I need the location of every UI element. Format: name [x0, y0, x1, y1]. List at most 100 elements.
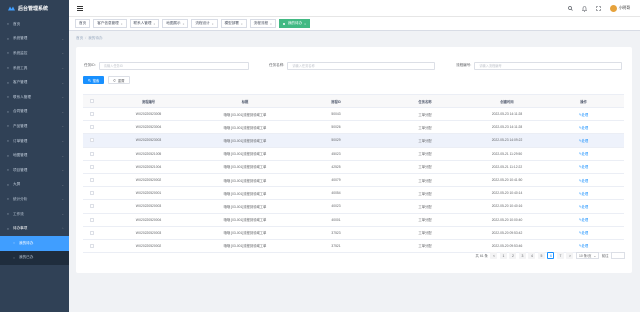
bell-icon[interactable] [582, 5, 588, 12]
tab-tag[interactable]: 我的待办 × [278, 19, 310, 28]
page-number[interactable]: 4 [528, 252, 536, 259]
action-cell: ✎处理 [543, 125, 624, 130]
user-menu[interactable]: 小明哥 [609, 5, 630, 12]
tab-tag[interactable]: 联系人管理 × [129, 19, 160, 28]
close-icon[interactable]: × [304, 22, 306, 26]
row-checkbox[interactable] [89, 164, 94, 169]
table-cell: 2022-05-20 09:53:46 [491, 243, 523, 248]
brand: 后台管理系统 [0, 0, 69, 17]
close-icon[interactable]: × [153, 22, 155, 26]
sidebar-item[interactable]: ▪ 订单管理 ⌄ [0, 134, 69, 149]
row-checkbox[interactable] [89, 243, 94, 248]
row-checkbox[interactable] [89, 112, 94, 117]
row-checkbox[interactable] [89, 178, 94, 183]
fullscreen-icon[interactable] [596, 6, 602, 12]
close-icon[interactable]: × [183, 22, 185, 26]
action-cell: ✎处理 [543, 164, 624, 169]
page-number[interactable]: 7 [556, 252, 564, 259]
sidebar-item[interactable]: ▪ 地图管理 ⌄ [0, 148, 69, 163]
process-link[interactable]: ✎处理 [579, 179, 588, 183]
sidebar-item[interactable]: ▪ 首页 [0, 17, 69, 32]
sidebar-submenu: ▫ 我的待办 ▫ 我的已办 [0, 235, 69, 266]
page-number[interactable]: 6 [547, 252, 555, 259]
next-page-button[interactable]: > [566, 252, 574, 259]
goto-page-input[interactable] [611, 252, 625, 259]
hamburger-icon[interactable] [77, 5, 83, 11]
sidebar-item[interactable]: ▪ 联系人管理 ⌄ [0, 90, 69, 105]
close-icon[interactable]: × [270, 22, 272, 26]
process-no-input[interactable] [474, 61, 623, 70]
tab-tag[interactable]: 流程流程 × [249, 19, 276, 28]
sidebar-subitem[interactable]: ▫ 我的已办 [0, 251, 69, 266]
table-cell: WX20220523005 [135, 112, 162, 117]
row-checkbox[interactable] [89, 204, 94, 209]
select-all-checkbox[interactable] [89, 99, 94, 103]
process-link[interactable]: ✎处理 [579, 165, 588, 169]
process-link[interactable]: ✎处理 [579, 205, 588, 209]
prev-page-button[interactable]: < [490, 252, 498, 259]
breadcrumb-home[interactable]: 首页 [76, 36, 83, 41]
page-number[interactable]: 1 [499, 252, 507, 259]
sidebar-item[interactable]: ▪ 待办事项 ⌃ [0, 221, 69, 236]
tab-tag[interactable]: 客户信息管理 × [93, 19, 127, 28]
search-button[interactable]: 搜索 [83, 76, 105, 84]
table-row: WX20220520002 哦哦 [03-001]流程到领域工单 40079 工单分配… [83, 174, 624, 188]
sidebar-item[interactable]: ▪ 工作流 ⌄ [0, 207, 69, 222]
close-icon[interactable]: × [212, 22, 214, 26]
reset-button[interactable]: 重置 [108, 76, 130, 84]
row-checkbox[interactable] [89, 138, 94, 143]
sidebar-item[interactable]: ▪ 系统监控 ⌄ [0, 46, 69, 61]
process-link[interactable]: ✎处理 [579, 218, 588, 222]
reset-button-label: 重置 [117, 78, 125, 83]
sidebar-item[interactable]: ▪ 合同管理 ⌄ [0, 105, 69, 120]
sidebar-item[interactable]: ▪ 项目管理 ⌄ [0, 163, 69, 178]
process-link[interactable]: ✎处理 [579, 192, 588, 196]
row-checkbox[interactable] [89, 125, 94, 130]
sidebar-item[interactable]: ▪ 产品管理 ⌄ [0, 119, 69, 134]
done-list-icon: ▫ [13, 255, 15, 260]
tab-tag[interactable]: 地图展示 × [162, 19, 189, 28]
close-icon[interactable]: × [241, 22, 243, 26]
project-icon: ▪ [7, 168, 9, 173]
sidebar-item[interactable]: ▪ 客户管理 ⌄ [0, 75, 69, 90]
tab-tag-label: 客户信息管理 [97, 21, 119, 25]
process-link[interactable]: ✎处理 [579, 139, 588, 143]
row-checkbox[interactable] [89, 217, 94, 222]
task-name-input[interactable] [287, 61, 436, 70]
search-icon[interactable] [568, 6, 574, 12]
tab-tag[interactable]: 首页 [75, 19, 91, 28]
sidebar-item-label: 首页 [13, 21, 21, 26]
row-checkbox[interactable] [89, 191, 94, 196]
process-link-label: 处理 [581, 112, 589, 117]
process-link[interactable]: ✎处理 [579, 231, 588, 235]
table-cell: WX20220520001 [135, 191, 162, 196]
table-cell: 2022-05-23 14:11:28 [491, 112, 523, 117]
page-number[interactable]: 2 [509, 252, 517, 259]
process-link[interactable]: ✎处理 [579, 113, 588, 117]
table-cell: 工单分配 [418, 204, 432, 209]
tab-tag[interactable]: 模型部署 × [220, 19, 247, 28]
tab-tag[interactable]: 流程设计 × [191, 19, 218, 28]
process-link[interactable]: ✎处理 [579, 126, 588, 130]
sidebar-item[interactable]: ▪ 系统管理 ⌄ [0, 32, 69, 47]
row-checkbox[interactable] [89, 151, 94, 156]
page-size-select[interactable]: 10 条/页 ⌄ [575, 252, 600, 259]
table-cell: 工单分配 [418, 231, 432, 236]
table-row: WX20220521004 哦哦 [03-001]流程到领域工单 42525 工单分配… [83, 161, 624, 174]
product-icon: ▪ [7, 124, 9, 129]
sidebar-item[interactable]: ▪ 大屏 ⌄ [0, 178, 69, 193]
table-row: WX20220520003 哦哦 [03-001]流程到领域工单 40023 工单分配… [83, 200, 624, 214]
row-checkbox[interactable] [89, 230, 94, 235]
sidebar-subitem[interactable]: ▫ 我的待办 [0, 235, 69, 251]
row-select-cell [83, 191, 100, 196]
process-link[interactable]: ✎处理 [579, 152, 588, 156]
table-cell: 50043 [331, 112, 341, 117]
sidebar-item[interactable]: ▪ 系统工具 ⌄ [0, 61, 69, 76]
close-icon[interactable]: × [121, 22, 123, 26]
process-link[interactable]: ✎处理 [579, 244, 588, 248]
page-number[interactable]: 3 [518, 252, 526, 259]
sidebar-item[interactable]: ▪ 统计分析 ⌄ [0, 192, 69, 207]
task-id-input[interactable] [98, 61, 249, 70]
select-all-cell [83, 99, 100, 103]
page-number[interactable]: 5 [537, 252, 545, 259]
